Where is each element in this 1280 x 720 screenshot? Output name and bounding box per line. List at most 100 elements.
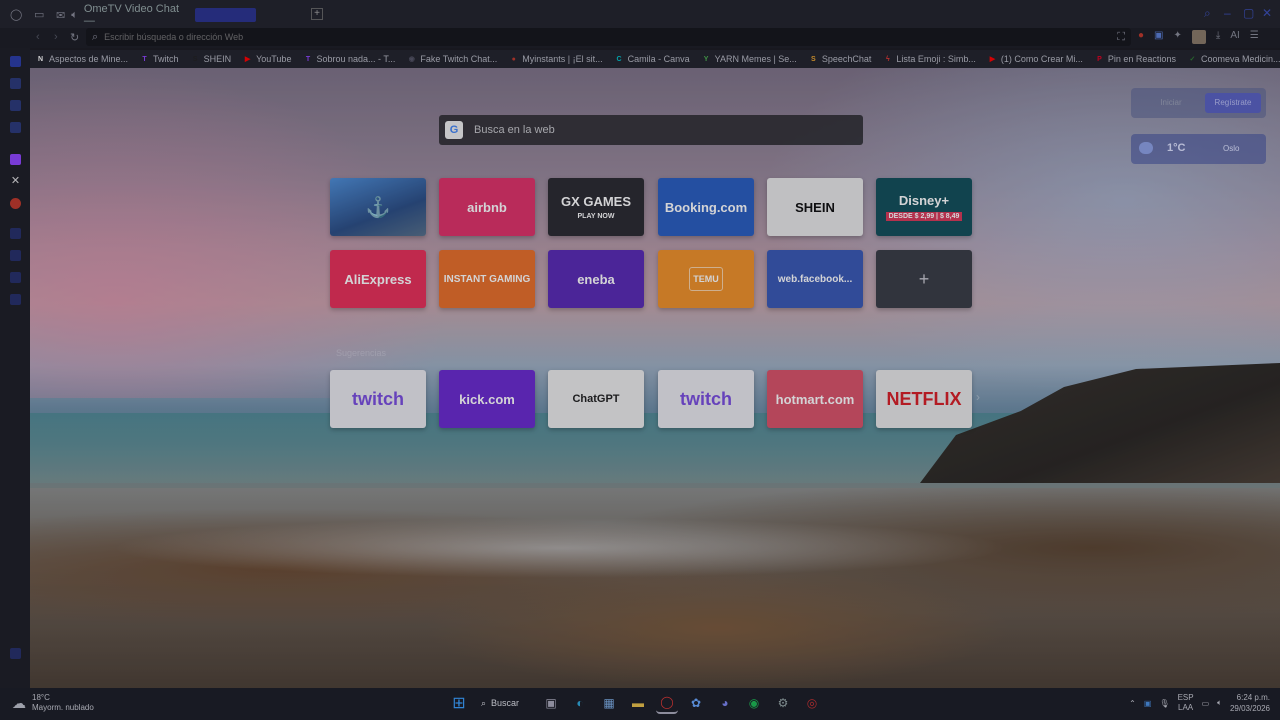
edge-icon[interactable]: ◐ [569, 692, 591, 714]
volume-icon[interactable]: 🔈︎ [1217, 698, 1222, 708]
snapshot-icon[interactable]: ⛶ [1117, 31, 1125, 44]
taskbar-weather[interactable]: ☁ 18°C Mayorm. nublado [12, 693, 94, 713]
sidebar-speed-dial-icon[interactable] [10, 78, 21, 89]
easy-setup-icon[interactable]: ☰ [1250, 30, 1259, 44]
bookmark-item[interactable]: N Aspectos de Mine... [30, 54, 134, 64]
download-icon[interactable]: ⤓ [1216, 30, 1220, 44]
address-search-icon: ⌕ [92, 30, 99, 43]
login-button[interactable]: Iniciar [1139, 95, 1203, 111]
forward-icon[interactable]: › [54, 31, 58, 43]
extensions-icon[interactable]: ✦ [1174, 30, 1182, 44]
new-tab-button[interactable]: + [311, 8, 323, 20]
sidebar-x-icon[interactable]: ✕ [10, 176, 21, 187]
clock[interactable]: 6:24 p.m. 29/03/2026 [1230, 692, 1270, 714]
speed-dial-tile[interactable]: Disney+ DESDE $ 2,99 | $ 8,49 [876, 178, 972, 236]
bookmark-item[interactable]: Y YARN Memes | Se... [696, 54, 803, 64]
tray-chevron-icon[interactable]: ⌃ [1129, 699, 1136, 708]
spotify-icon[interactable]: ◉ [743, 692, 765, 714]
tab-ometv[interactable]: ✉ 🔈︎ OmeTV Video Chat — [56, 3, 256, 27]
bookmark-item[interactable]: ◉ Fake Twitch Chat... [401, 54, 503, 64]
speed-dial-tile[interactable]: SHEIN [767, 178, 863, 236]
speed-dial-label: + [918, 268, 930, 289]
bookmark-item[interactable]: T Twitch [134, 54, 185, 64]
translate-icon[interactable]: ▣ [1154, 30, 1163, 44]
bookmark-item[interactable]: S SpeechChat [803, 54, 878, 64]
profile-avatar[interactable] [1191, 30, 1206, 44]
suggestions-next-icon[interactable]: › [976, 390, 980, 404]
sidebar-aria-icon[interactable] [10, 56, 21, 67]
bookmark-item[interactable]: C Camila - Canva [609, 54, 696, 64]
suggestion-label: ChatGPT [572, 393, 620, 405]
tray-app-icon[interactable]: ▣ [1144, 699, 1152, 708]
speed-dial-tile[interactable]: airbnb [439, 178, 535, 236]
suggestion-tile[interactable]: ChatGPT [548, 370, 644, 428]
settings-icon[interactable]: ⚙ [772, 692, 794, 714]
opera-logo-icon[interactable]: ◯ [10, 8, 22, 21]
sidebar-tool-icon[interactable] [10, 228, 21, 239]
register-button[interactable]: Regístrate [1205, 93, 1261, 113]
suggestion-tile[interactable]: twitch [330, 370, 426, 428]
sidebar-bookmarks-icon[interactable] [10, 100, 21, 111]
sidebar-history-icon[interactable] [10, 122, 21, 133]
sidebar-tool-icon[interactable] [10, 250, 21, 261]
tab-mail-icon: ✉ [56, 9, 66, 22]
suggestion-tile[interactable]: hotmart.com [767, 370, 863, 428]
address-bar[interactable]: ⌕ ⛶ [86, 28, 1131, 46]
windows-start-icon[interactable]: ⊞ [448, 692, 470, 714]
network-icon[interactable]: ▭ [1202, 699, 1210, 708]
bookmark-item[interactable]: ✓ Coomeva Medicin... [1182, 54, 1280, 64]
taskbar-search[interactable]: ⌕ Buscar [477, 692, 533, 714]
speed-dial-tile[interactable]: TEMU [658, 250, 754, 308]
speed-dial-tile[interactable]: Booking.com [658, 178, 754, 236]
workspaces-icon[interactable]: ▭ [34, 8, 44, 21]
bookmark-item[interactable]: ▶ (1) Como Crear Mi... [982, 54, 1089, 64]
weather-widget[interactable]: 1°C Oslo [1131, 134, 1266, 164]
bookmark-favicon-icon: T [305, 55, 311, 63]
bookmark-item[interactable]: ϟ Lista Emoji : Simb... [877, 54, 982, 64]
speed-dial-tile[interactable]: web.facebook... [767, 250, 863, 308]
bookmark-item[interactable]: T Sobrou nada... - T... [297, 54, 401, 64]
suggestion-tile[interactable]: twitch [658, 370, 754, 428]
adblock-icon[interactable]: ● [1138, 30, 1144, 44]
bookmark-favicon-icon: N [37, 55, 44, 63]
copilot-icon[interactable]: ✿ [685, 692, 707, 714]
reload-icon[interactable]: ↻ [70, 31, 79, 44]
tab-highlight [194, 8, 256, 22]
sidebar-settings-icon[interactable] [10, 648, 21, 659]
sidebar-tool-icon[interactable] [10, 294, 21, 305]
file-explorer-icon[interactable]: ▬ [627, 692, 649, 714]
back-icon[interactable]: ‹ [36, 31, 40, 43]
sidebar-opera-icon[interactable] [10, 198, 21, 209]
suggestion-tile[interactable]: NETFLIX [876, 370, 972, 428]
search-tabs-icon[interactable]: ⌕ [1204, 6, 1211, 21]
tab-audio-icon[interactable]: 🔈︎ [71, 9, 78, 22]
ai-button[interactable]: AI [1230, 30, 1239, 44]
close-icon[interactable]: ✕ [1262, 6, 1272, 20]
speed-dial-tile[interactable]: + [876, 250, 972, 308]
speed-dial-tile[interactable]: GX GAMES PLAY NOW [548, 178, 644, 236]
mic-icon[interactable]: 🎙︎ [1159, 699, 1169, 708]
discord-icon[interactable]: ◕ [714, 692, 736, 714]
store-icon[interactable]: ▦ [598, 692, 620, 714]
maximize-icon[interactable]: ▢ [1243, 6, 1254, 20]
speed-dial-tile[interactable]: eneba [548, 250, 644, 308]
minimize-icon[interactable]: – [1224, 6, 1231, 20]
bookmark-item[interactable]: ● Myinstants | ¡El sit... [503, 54, 608, 64]
speed-dial-sublabel: DESDE $ 2,99 | $ 8,49 [885, 212, 963, 221]
speed-dial-tile[interactable]: AliExpress [330, 250, 426, 308]
bookmark-item[interactable]: ▶ YouTube [237, 54, 297, 64]
address-input[interactable] [104, 32, 1005, 42]
sidebar-tool-icon[interactable] [10, 272, 21, 283]
opera-gx-icon[interactable]: ◎ [801, 692, 823, 714]
web-search-box[interactable]: G Busca en la web [439, 115, 863, 145]
task-view-icon[interactable]: ▣ [540, 692, 562, 714]
bookmark-item[interactable]: P Pin en Reactions [1089, 54, 1182, 64]
sidebar-twitch-icon[interactable] [10, 154, 21, 165]
speed-dial-tile[interactable]: ⚓ [330, 178, 426, 236]
speed-dial-tile[interactable]: INSTANT GAMING [439, 250, 535, 308]
opera-taskbar-icon[interactable]: ◯ [656, 692, 678, 714]
bookmark-label: Pin en Reactions [1107, 54, 1176, 64]
bookmark-item[interactable]: S SHEIN [185, 54, 238, 64]
language-indicator[interactable]: ESP LAA [1178, 693, 1194, 713]
suggestion-tile[interactable]: kick.com [439, 370, 535, 428]
